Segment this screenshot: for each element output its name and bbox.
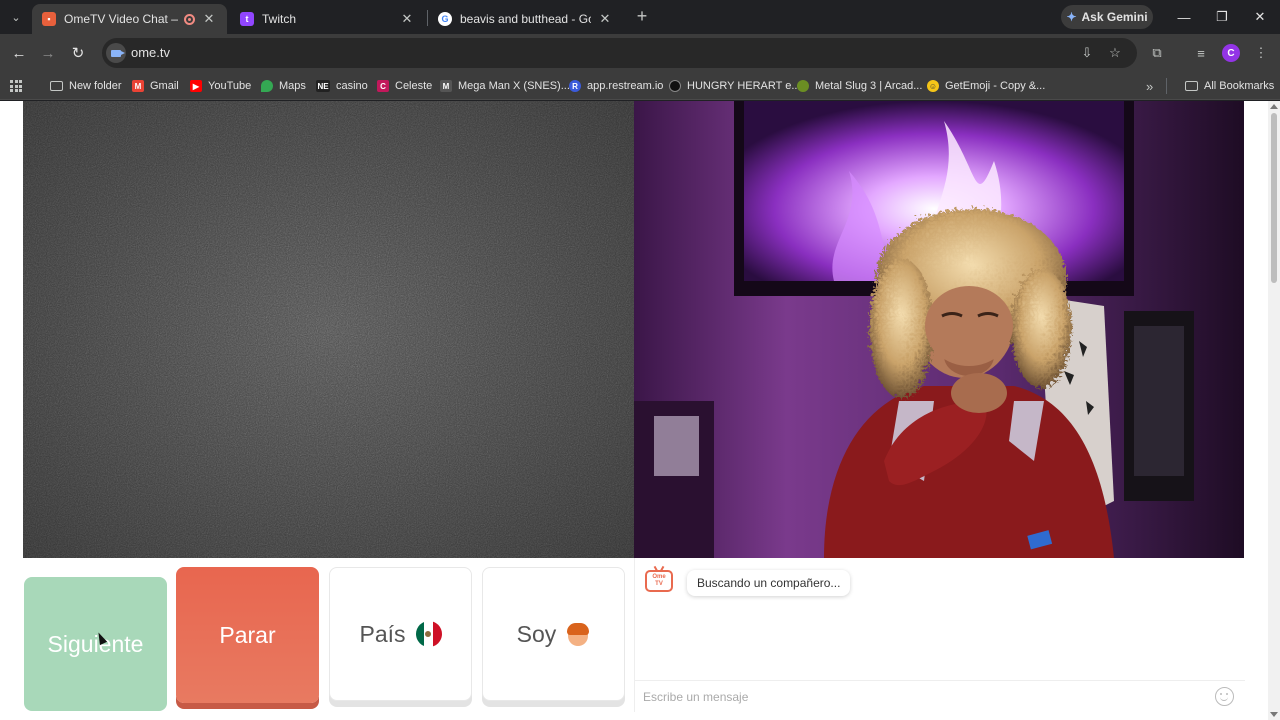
bookmark-label: Maps: [279, 80, 306, 92]
bookmark-restream[interactable]: R app.restream.io: [569, 76, 663, 96]
country-selector-button[interactable]: País: [329, 567, 472, 701]
tab-search-icon[interactable]: ⌄: [6, 7, 26, 27]
url-text: ome.tv: [131, 45, 171, 60]
ometv-page: Siguiente Parar País Soy Ome TV Buscando …: [0, 101, 1268, 720]
page-scrollbar[interactable]: [1268, 101, 1280, 720]
tab-strip: ⌄ ▪ OmeTV Video Chat — Ome ✕ t Twitch ✕ …: [0, 0, 1280, 34]
restore-icon[interactable]: ❐: [1210, 6, 1234, 28]
stop-button[interactable]: Parar: [176, 567, 319, 703]
static-noise-graphic: [23, 101, 634, 558]
close-tab-icon[interactable]: ✕: [597, 11, 613, 27]
maps-icon: [261, 80, 273, 92]
casino-icon: NE: [316, 80, 330, 92]
scroll-up-arrow-icon[interactable]: [1270, 104, 1278, 109]
tab-title: Twitch: [262, 12, 297, 26]
back-arrow-icon[interactable]: ←: [9, 43, 29, 63]
hungry-icon: [669, 80, 681, 92]
media-controls-icon[interactable]: ≡: [1191, 43, 1211, 63]
address-bar[interactable]: ome.tv ⇩ ☆: [102, 38, 1137, 68]
tab-google-search[interactable]: G beavis and butthead - Google S ✕: [428, 4, 623, 34]
close-window-icon[interactable]: ✕: [1248, 6, 1272, 28]
scroll-down-arrow-icon[interactable]: [1270, 712, 1278, 717]
bookmark-label: HUNGRY HERART e...: [687, 80, 801, 92]
partner-video-static: [23, 101, 634, 558]
folder-icon: [50, 81, 63, 91]
new-tab-icon[interactable]: +: [632, 6, 652, 26]
browser-toolbar: ← → ↻ ome.tv ⇩ ☆ ⧉ ≡ C ⋮: [0, 34, 1280, 72]
scroll-thumb[interactable]: [1271, 113, 1277, 283]
celeste-icon: C: [377, 80, 389, 92]
youtube-icon: ▶: [190, 80, 202, 92]
country-label: País: [359, 620, 406, 647]
extensions-icon[interactable]: ⧉: [1147, 43, 1167, 63]
minimize-icon[interactable]: —: [1172, 6, 1196, 28]
stop-label: Parar: [219, 621, 276, 648]
twitch-favicon-icon: t: [240, 12, 254, 26]
bookmark-maps[interactable]: Maps: [261, 76, 306, 96]
apps-grid-icon[interactable]: [10, 80, 22, 92]
close-tab-icon[interactable]: ✕: [399, 11, 415, 27]
getemoji-icon: ☺: [927, 80, 939, 92]
bookmark-label: Metal Slug 3 | Arcad...: [815, 80, 923, 92]
site-info-icon[interactable]: [106, 43, 126, 63]
all-bookmarks-label: All Bookmarks: [1204, 80, 1275, 92]
bookmark-youtube[interactable]: ▶ YouTube: [190, 76, 251, 96]
forward-arrow-icon[interactable]: →: [38, 43, 58, 63]
more-bookmarks-chevron-icon[interactable]: »: [1146, 76, 1153, 96]
bookmarks-divider: [1166, 78, 1167, 94]
recording-icon: [184, 13, 195, 25]
close-tab-icon[interactable]: ✕: [201, 11, 217, 27]
reload-icon[interactable]: ↻: [68, 43, 88, 63]
bookmark-megaman[interactable]: M Mega Man X (SNES)...: [440, 76, 570, 96]
emoji-picker-icon[interactable]: [1215, 687, 1234, 706]
bookmark-label: GetEmoji - Copy &...: [945, 80, 1046, 92]
folder-icon: [1185, 81, 1198, 91]
metalslug-icon: [797, 80, 809, 92]
google-favicon-icon: G: [438, 12, 452, 26]
ask-gemini-button[interactable]: ✦ Ask Gemini: [1061, 5, 1153, 29]
bookmark-metal-slug[interactable]: Metal Slug 3 | Arcad...: [797, 76, 922, 96]
gender-selector-button[interactable]: Soy: [482, 567, 625, 701]
bookmark-label: New folder: [69, 80, 122, 92]
bookmark-label: Gmail: [150, 80, 179, 92]
mexico-flag-icon: [415, 621, 442, 647]
bookmark-label: app.restream.io: [587, 80, 664, 92]
gemini-label: Ask Gemini: [1081, 10, 1148, 24]
gmail-icon: M: [132, 80, 144, 92]
ometv-logo-icon: Ome TV: [645, 570, 673, 592]
bookmark-hungry-herart[interactable]: HUNGRY HERART e...: [669, 76, 801, 96]
gender-label: Soy: [516, 620, 557, 647]
self-webcam-video: [634, 101, 1244, 558]
gemini-spark-icon: ✦: [1066, 10, 1077, 24]
install-app-icon[interactable]: ⇩: [1078, 44, 1096, 62]
bookmarks-bar: New folder M Gmail ▶ YouTube Maps NE cas…: [0, 72, 1280, 100]
tab-title: beavis and butthead - Google S: [460, 12, 591, 26]
bookmark-gmail[interactable]: M Gmail: [132, 76, 179, 96]
bookmark-label: Celeste: [395, 80, 433, 92]
ometv-favicon-icon: ▪: [42, 12, 56, 26]
tab-twitch[interactable]: t Twitch ✕: [230, 4, 425, 34]
browser-menu-icon[interactable]: ⋮: [1251, 43, 1271, 63]
webcam-scene-graphic: [634, 101, 1244, 558]
megaman-icon: M: [440, 80, 452, 92]
bookmark-new-folder[interactable]: New folder: [50, 76, 122, 96]
tab-ometv[interactable]: ▪ OmeTV Video Chat — Ome ✕: [32, 4, 227, 34]
bookmark-label: casino: [336, 80, 368, 92]
chat-panel: Ome TV Buscando un compañero...: [634, 558, 1245, 712]
status-message: Buscando un compañero...: [687, 570, 851, 596]
all-bookmarks-button[interactable]: All Bookmarks: [1185, 76, 1274, 96]
chat-message-input[interactable]: [643, 687, 1203, 707]
boy-emoji-icon: [566, 622, 590, 646]
bookmark-label: Mega Man X (SNES)...: [458, 80, 570, 92]
bookmark-star-icon[interactable]: ☆: [1106, 44, 1124, 62]
chat-input-row: [635, 680, 1245, 712]
restream-icon: R: [569, 80, 581, 92]
bookmark-label: YouTube: [208, 80, 252, 92]
bookmark-getemoji[interactable]: ☺ GetEmoji - Copy &...: [927, 76, 1045, 96]
next-button[interactable]: Siguiente: [24, 577, 167, 711]
bookmark-casino[interactable]: NE casino: [316, 76, 368, 96]
tab-title: OmeTV Video Chat — Ome: [64, 12, 178, 26]
bookmark-celeste[interactable]: C Celeste: [377, 76, 432, 96]
profile-avatar[interactable]: C: [1222, 44, 1240, 62]
